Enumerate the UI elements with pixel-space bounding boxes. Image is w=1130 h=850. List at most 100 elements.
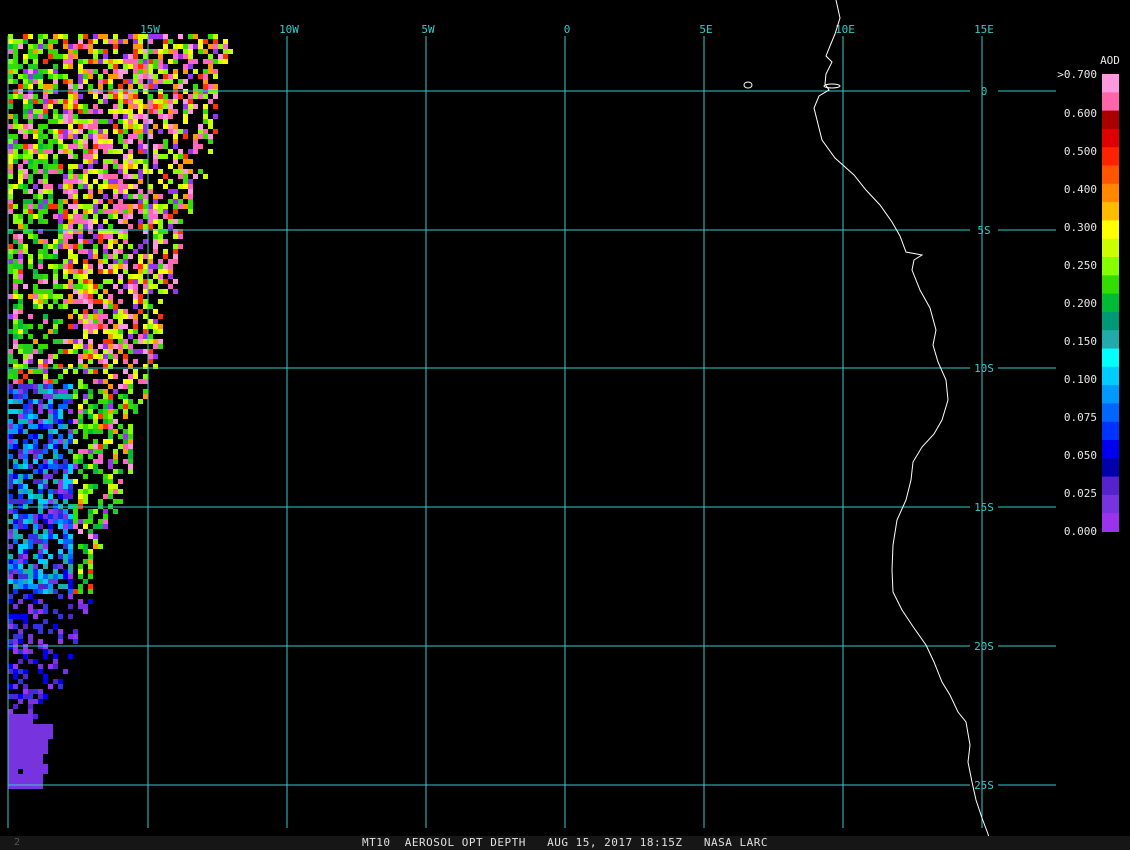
aod-pixel [28,769,33,774]
aod-pixel [43,239,48,244]
aod-pixel [58,514,63,519]
aod-pixel [108,224,113,229]
aod-pixel [18,754,23,759]
aod-pixel [73,259,78,264]
aod-pixel [133,299,138,304]
aod-pixel [18,489,23,494]
aod-pixel [123,69,128,74]
aod-pixel [38,514,43,519]
aod-pixel [8,389,13,394]
aod-pixel [38,34,43,39]
aod-pixel [178,54,183,59]
aod-pixel [138,64,143,69]
aod-pixel [78,604,83,609]
aod-pixel [183,129,188,134]
aod-legend: AOD>0.7000.6000.5000.4000.3000.2500.2000… [1057,54,1120,538]
aod-pixel [118,499,123,504]
aod-pixel [63,199,68,204]
aod-pixel [143,304,148,309]
aod-pixel [183,204,188,209]
aod-pixel [203,109,208,114]
aod-pixel [58,554,63,559]
aod-pixel [118,264,123,269]
aod-pixel [43,334,48,339]
aod-pixel [8,444,13,449]
aod-pixel [183,79,188,84]
aod-pixel [118,299,123,304]
aod-pixel [108,394,113,399]
aod-pixel [53,74,58,79]
aod-pixel [18,729,23,734]
aod-pixel [23,204,28,209]
aod-pixel [108,474,113,479]
aod-pixel [93,34,98,39]
aod-pixel [18,279,23,284]
aod-pixel [23,754,28,759]
aod-pixel [63,114,68,119]
aod-pixel [18,234,23,239]
aod-pixel [213,69,218,74]
aod-pixel [178,34,183,39]
aod-pixel [23,419,28,424]
aod-pixel [23,749,28,754]
aod-pixel [68,514,73,519]
aod-pixel [38,99,43,104]
aod-pixel [83,549,88,554]
aod-pixel [58,224,63,229]
aod-pixel [58,494,63,499]
aod-pixel [53,579,58,584]
aod-pixel [103,524,108,529]
aod-pixel [28,749,33,754]
aod-pixel [158,69,163,74]
aod-pixel [23,739,28,744]
aod-pixel [43,314,48,319]
aod-pixel [48,304,53,309]
aod-pixel [53,354,58,359]
aod-pixel [98,519,103,524]
aod-pixel [93,69,98,74]
aod-pixel [33,454,38,459]
aod-pixel [123,94,128,99]
aod-pixel [13,44,18,49]
aod-pixel [93,354,98,359]
aod-pixel [73,459,78,464]
aod-pixel [38,129,43,134]
aod-pixel [78,69,83,74]
aod-pixel [43,649,48,654]
aod-pixel [23,124,28,129]
aod-pixel [63,489,68,494]
aod-pixel [118,274,123,279]
aod-pixel [63,274,68,279]
aod-pixel [53,394,58,399]
aod-pixel [23,514,28,519]
aod-pixel [103,349,108,354]
aod-pixel [48,389,53,394]
aod-pixel [13,769,18,774]
aod-pixel [83,104,88,109]
aod-pixel [83,289,88,294]
aod-pixel [68,484,73,489]
aod-pixel [18,699,23,704]
aod-pixel [78,449,83,454]
aod-pixel [83,44,88,49]
aod-pixel [78,234,83,239]
aod-pixel [28,434,33,439]
aod-pixel [23,674,28,679]
aod-pixel [133,184,138,189]
aod-pixel [23,109,28,114]
aod-pixel [158,179,163,184]
aod-pixel [28,74,33,79]
aod-pixel [178,44,183,49]
aod-pixel [68,419,73,424]
aod-pixel [53,79,58,84]
aod-pixel [133,49,138,54]
aod-pixel [8,259,13,264]
aod-pixel [198,129,203,134]
aod-pixel [48,254,53,259]
aod-pixel [143,214,148,219]
aod-pixel [98,129,103,134]
legend-tick-label: 0.075 [1064,411,1097,424]
aod-pixel [53,299,58,304]
aod-pixel [58,184,63,189]
aod-pixel [8,739,13,744]
